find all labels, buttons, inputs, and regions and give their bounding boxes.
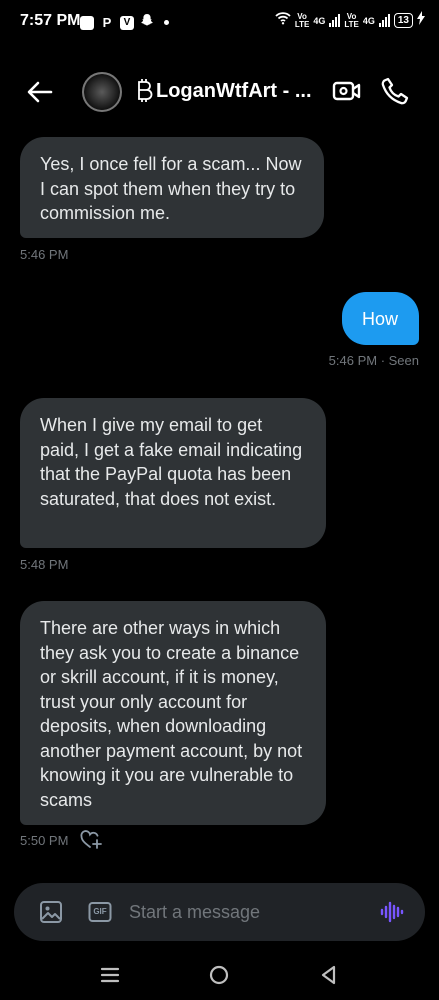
message-input[interactable] xyxy=(129,892,369,932)
message-bubble-incoming[interactable]: Yes, I once fell for a scam... Now I can… xyxy=(20,137,324,238)
menu-icon xyxy=(100,967,120,983)
contact-avatar[interactable] xyxy=(82,72,122,112)
voice-message-button[interactable] xyxy=(380,900,404,924)
back-arrow-icon xyxy=(27,81,53,103)
network-gen-2: 4G xyxy=(362,15,375,26)
gif-label: GIF xyxy=(93,907,107,916)
message-timestamp: 5:50 PM xyxy=(20,833,69,848)
signal-bars-icon xyxy=(378,14,390,27)
charging-bolt-icon xyxy=(417,11,425,30)
volte-indicator-1: Vo LTE xyxy=(294,11,310,29)
status-bar: 7:57 PM P V Vo LTE 4G Vo LTE 4G 13 xyxy=(0,0,439,44)
message-bubble-outgoing[interactable]: How xyxy=(342,292,419,345)
volte-indicator-2: Vo LTE xyxy=(344,11,359,29)
conversation-header: LoganWtfArt - ... xyxy=(0,62,439,122)
message-timestamp: 5:48 PM xyxy=(20,557,69,572)
message-timestamp-seen: 5:46 PM · Seen xyxy=(328,353,419,368)
heart-plus-icon xyxy=(80,830,102,849)
status-time: 7:57 PM xyxy=(20,12,81,29)
react-button[interactable] xyxy=(80,830,102,850)
message-bubble-incoming[interactable]: There are other ways in which they ask y… xyxy=(20,601,326,825)
status-system-icons: Vo LTE 4G Vo LTE 4G 13 xyxy=(275,11,425,30)
status-notification-icons: P V xyxy=(80,13,169,32)
video-call-button[interactable] xyxy=(332,76,362,106)
recent-apps-button[interactable] xyxy=(98,963,122,987)
back-button[interactable] xyxy=(24,76,56,108)
v-app-icon: V xyxy=(120,15,134,30)
image-icon xyxy=(40,901,62,923)
contact-name: LoganWtfArt - ... xyxy=(156,79,312,102)
wifi-icon xyxy=(275,11,291,30)
system-back-button[interactable] xyxy=(317,963,341,987)
voice-wave-icon xyxy=(380,901,404,923)
phone-icon xyxy=(381,77,409,105)
add-image-button[interactable] xyxy=(39,900,63,924)
bitcoin-symbol-icon xyxy=(138,79,153,102)
more-notifications-dot xyxy=(164,20,169,25)
home-button[interactable] xyxy=(207,963,231,987)
p-app-icon: P xyxy=(102,15,112,30)
back-triangle-icon xyxy=(321,965,336,985)
dm-conversation-screen: 7:57 PM P V Vo LTE 4G Vo LTE 4G 13 Logan… xyxy=(0,0,439,1000)
signal-bars-icon xyxy=(329,14,341,27)
snapchat-icon xyxy=(140,13,154,32)
message-timestamp: 5:46 PM xyxy=(20,247,69,262)
add-gif-button[interactable]: GIF xyxy=(88,900,112,924)
battery-indicator: 13 xyxy=(393,13,413,28)
network-gen-1: 4G xyxy=(313,15,326,26)
home-circle-icon xyxy=(209,965,229,985)
voice-call-button[interactable] xyxy=(380,76,410,106)
message-composer: GIF xyxy=(14,883,425,941)
system-navigation-bar xyxy=(0,950,439,1000)
video-call-icon xyxy=(332,81,361,101)
notification-square-icon xyxy=(80,15,94,30)
contact-name-link[interactable]: LoganWtfArt - ... xyxy=(136,78,312,104)
message-bubble-incoming[interactable]: When I give my email to get paid, I get … xyxy=(20,398,326,548)
